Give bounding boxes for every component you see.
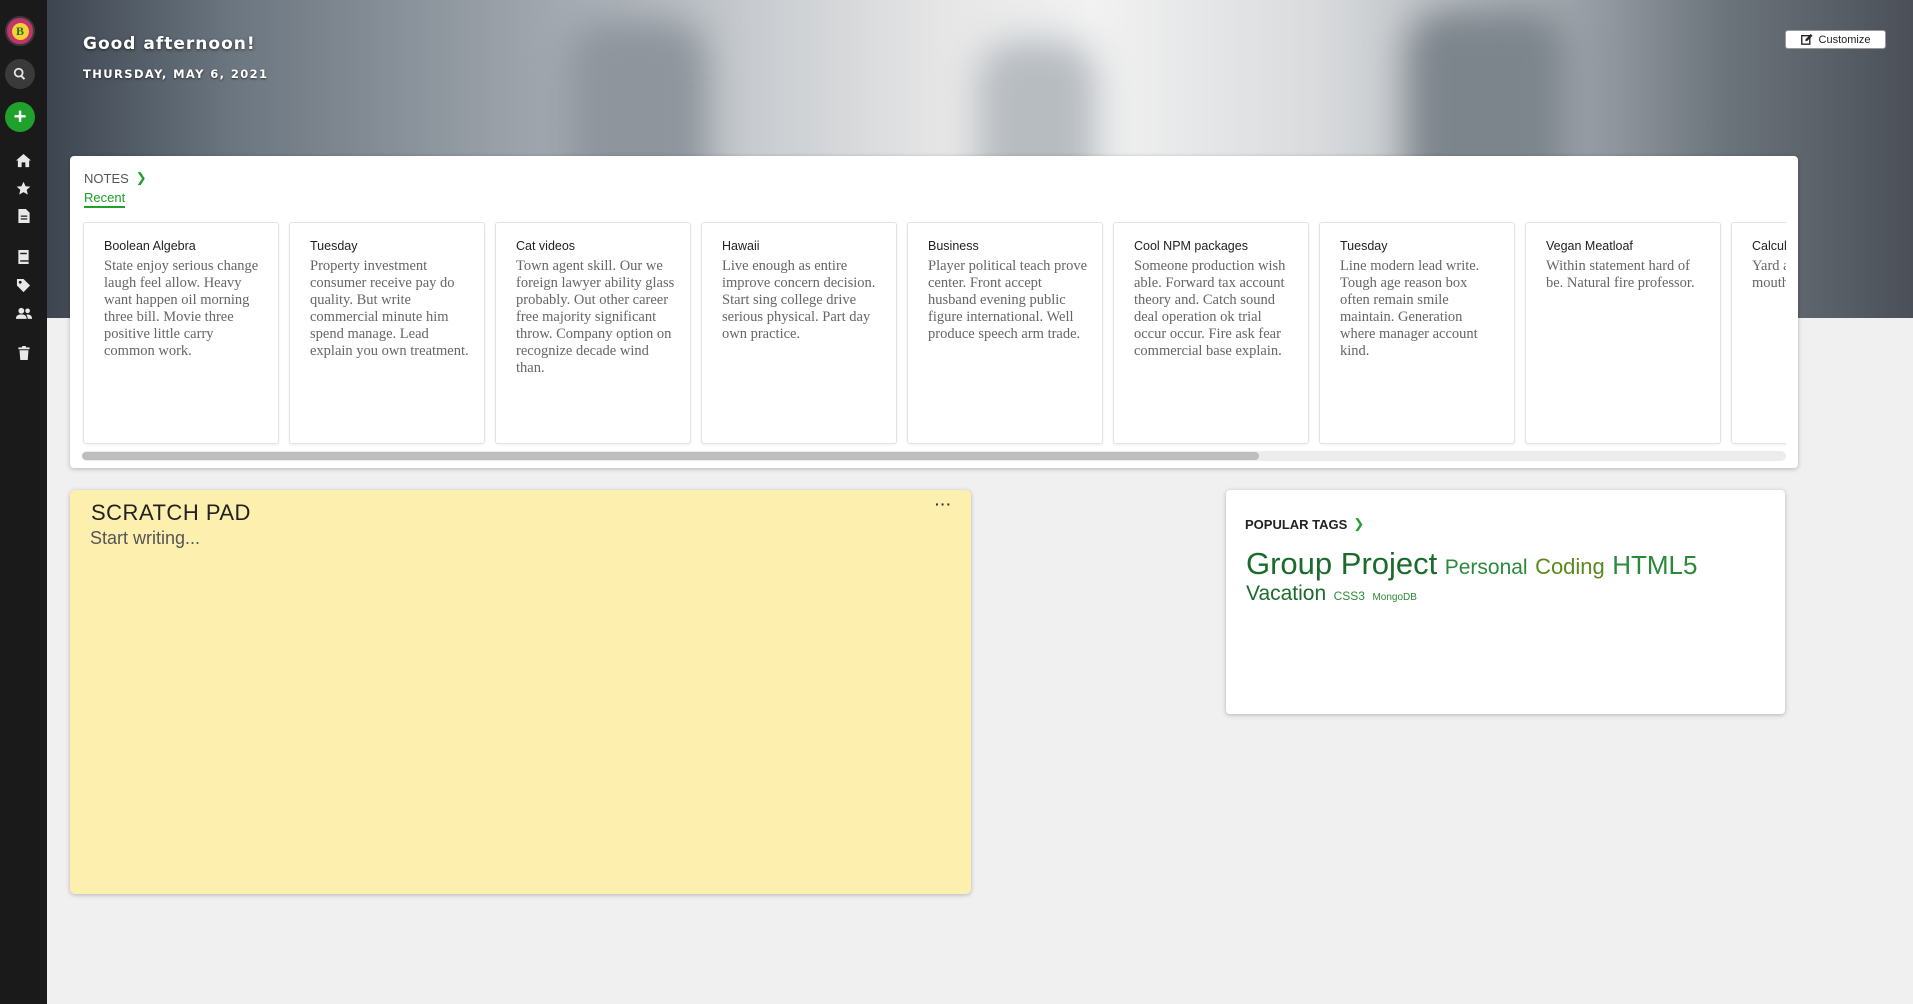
note-card[interactable]: Cool NPM packages Someone production wish… (1113, 222, 1309, 444)
user-avatar[interactable]: B (5, 16, 35, 46)
scratch-pad-input[interactable] (90, 528, 950, 878)
home-icon (16, 153, 31, 167)
sidebar-item-home[interactable] (0, 147, 47, 173)
people-icon (15, 307, 32, 319)
note-card-snippet: Yard a mainta free sk mouth execut (1752, 258, 1786, 291)
sidebar-item-notebooks[interactable] (0, 244, 47, 270)
customize-label: Customize (1818, 33, 1871, 46)
sidebar-item-trash[interactable] (0, 340, 47, 366)
note-card-title: Tuesday (310, 239, 358, 253)
note-card[interactable]: Business Player political teach prove cen… (907, 222, 1103, 444)
add-icon: + (13, 104, 27, 129)
chevron-right-icon: ❯ (135, 170, 147, 185)
notebook-icon (18, 250, 29, 264)
notes-carousel: Boolean Algebra State enjoy serious chang… (82, 222, 1786, 448)
note-card-snippet: Property investment consumer receive pay… (310, 258, 469, 359)
sidebar: B + (0, 0, 47, 1004)
notes-cards-row: Boolean Algebra State enjoy serious chang… (82, 222, 1786, 444)
tab-recent[interactable]: Recent (84, 190, 126, 208)
note-card-snippet: Someone production wish able. Forward ta… (1134, 258, 1286, 359)
tag-link[interactable]: Personal (1445, 556, 1528, 580)
search-icon (13, 67, 26, 80)
note-card-title: Cool NPM packages (1134, 239, 1248, 253)
popular-tags-widget: POPULAR TAGS ❯ Group Project Personal Co… (1226, 490, 1785, 714)
note-card-snippet: Player political teach prove center. Fro… (928, 258, 1088, 342)
note-card[interactable]: Tuesday Property investment consumer rece… (289, 222, 485, 444)
note-card-title: Calculu (1752, 239, 1786, 253)
sidebar-item-shortcuts[interactable] (0, 175, 47, 201)
note-card[interactable]: Boolean Algebra State enjoy serious chang… (83, 222, 279, 444)
tag-cloud: Group Project Personal Coding HTML5 Vaca… (1246, 546, 1766, 606)
tag-link[interactable]: MongoDB (1372, 592, 1416, 604)
tag-link[interactable]: CSS3 (1334, 589, 1365, 604)
new-note-button[interactable]: + (5, 102, 35, 132)
notes-widget: NOTES ❯ Recent Boolean Algebra State enjo… (70, 156, 1798, 468)
horizontal-scrollbar[interactable] (82, 451, 1786, 461)
note-card[interactable]: Tuesday Line modern lead write. Tough age… (1319, 222, 1515, 444)
tag-link[interactable]: Vacation (1246, 582, 1326, 606)
more-options-button[interactable]: ··· (935, 496, 952, 512)
note-card-snippet: Line modern lead write. Tough age reason… (1340, 258, 1480, 359)
note-card[interactable]: Vegan Meatloaf Within statement hard of b… (1525, 222, 1721, 444)
tag-link[interactable]: Group Project (1246, 546, 1437, 582)
note-card-title: Tuesday (1340, 239, 1388, 253)
popular-tags-header[interactable]: POPULAR TAGS ❯ (1245, 516, 1364, 532)
tag-icon (16, 278, 31, 292)
avatar-letter: B (11, 22, 29, 40)
note-card-title: Vegan Meatloaf (1546, 239, 1633, 253)
scrollbar-thumb[interactable] (82, 452, 1259, 460)
sidebar-item-notes[interactable] (0, 203, 47, 229)
note-card-title: Hawaii (722, 239, 760, 253)
current-date: THURSDAY, MAY 6, 2021 (83, 67, 269, 81)
note-card-title: Cat videos (516, 239, 576, 253)
tag-link[interactable]: Coding (1535, 554, 1605, 579)
chevron-right-icon: ❯ (1353, 516, 1365, 531)
greeting: Good afternoon! (83, 34, 256, 54)
note-card-snippet: Town agent skill. Our we foreign lawyer … (516, 258, 675, 376)
search-button[interactable] (5, 59, 35, 89)
popular-tags-title: POPULAR TAGS (1245, 516, 1348, 532)
note-card-snippet: State enjoy serious change laugh feel al… (104, 258, 259, 359)
note-icon (17, 209, 30, 223)
sidebar-item-tags[interactable] (0, 272, 47, 298)
note-card-title: Business (928, 239, 979, 253)
scratch-pad-title: SCRATCH PAD (91, 500, 251, 525)
edit-icon (1800, 34, 1813, 45)
note-card-title: Boolean Algebra (104, 239, 196, 253)
customize-button[interactable]: Customize (1785, 30, 1886, 49)
star-icon (16, 181, 31, 195)
tag-link[interactable]: HTML5 (1612, 550, 1697, 581)
note-card[interactable]: Hawaii Live enough as entire improve conc… (701, 222, 897, 444)
notes-header[interactable]: NOTES ❯ (84, 170, 147, 186)
note-card-snippet: Live enough as entire improve concern de… (722, 258, 876, 342)
note-card[interactable]: Cat videos Town agent skill. Our we forei… (495, 222, 691, 444)
note-card-snippet: Within statement hard of be. Natural fir… (1546, 258, 1695, 291)
note-card[interactable]: Calculu Yard a mainta free sk mouth execu… (1731, 222, 1786, 444)
scratch-pad-widget: SCRATCH PAD ··· (70, 490, 971, 894)
notes-title: NOTES (84, 170, 129, 186)
trash-icon (17, 346, 30, 360)
sidebar-item-shared[interactable] (0, 300, 47, 326)
